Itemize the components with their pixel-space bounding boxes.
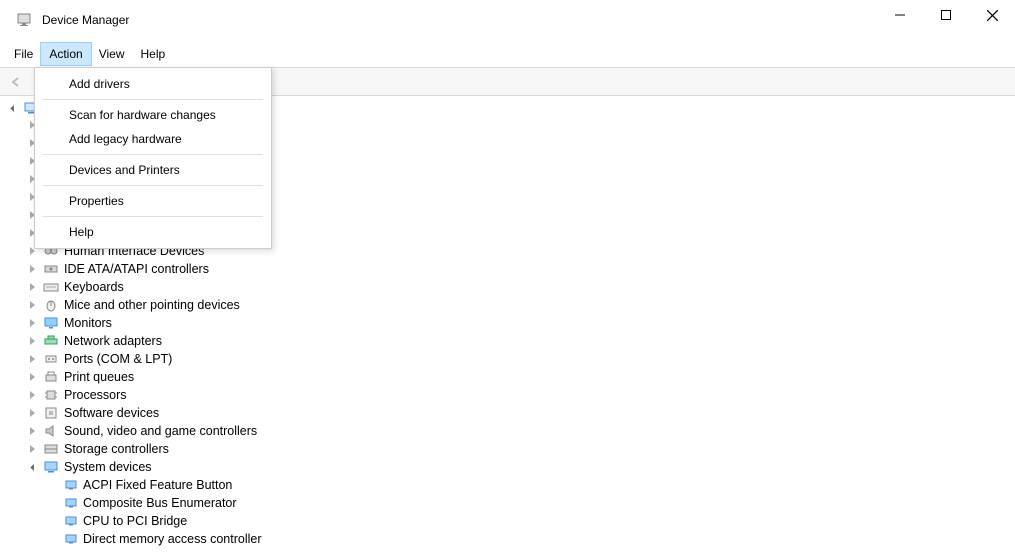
network-icon (43, 333, 59, 349)
device-icon (64, 514, 78, 528)
expand-icon[interactable] (26, 461, 38, 473)
menu-separator (43, 99, 263, 100)
expand-icon[interactable] (26, 407, 38, 419)
category-label: Keyboards (64, 278, 124, 296)
menu-view[interactable]: View (91, 43, 133, 65)
expand-icon[interactable] (26, 263, 38, 275)
menu-action[interactable]: Action (41, 43, 90, 65)
category-label: System devices (64, 458, 152, 476)
device-node[interactable]: Direct memory access controller (4, 530, 1006, 548)
category-node[interactable]: Sound, video and game controllers (4, 422, 1006, 440)
window-controls (877, 0, 1015, 40)
action-dropdown: Add drivers Scan for hardware changes Ad… (34, 67, 272, 249)
expand-icon[interactable] (26, 299, 38, 311)
category-label: Storage controllers (64, 440, 169, 458)
category-node[interactable]: Ports (COM & LPT) (4, 350, 1006, 368)
menuitem-add-drivers[interactable]: Add drivers (39, 72, 267, 96)
category-node[interactable]: Print queues (4, 368, 1006, 386)
category-node[interactable]: IDE ATA/ATAPI controllers (4, 260, 1006, 278)
category-label: Print queues (64, 368, 134, 386)
storage-icon (43, 441, 59, 457)
category-label: Software devices (64, 404, 159, 422)
category-label: IDE ATA/ATAPI controllers (64, 260, 209, 278)
expand-icon[interactable] (26, 443, 38, 455)
menu-separator (43, 185, 263, 186)
ports-icon (43, 351, 59, 367)
category-label: Processors (64, 386, 127, 404)
device-node[interactable]: CPU to PCI Bridge (4, 512, 1006, 530)
menuitem-scan-hardware[interactable]: Scan for hardware changes (39, 103, 267, 127)
expand-icon[interactable] (26, 389, 38, 401)
menu-help[interactable]: Help (133, 43, 174, 65)
mouse-icon (43, 297, 59, 313)
processor-icon (43, 387, 59, 403)
device-icon (64, 478, 78, 492)
ide-icon (43, 261, 59, 277)
category-node[interactable]: Processors (4, 386, 1006, 404)
category-label: Ports (COM & LPT) (64, 350, 172, 368)
device-icon (64, 496, 78, 510)
minimize-button[interactable] (877, 0, 923, 30)
menuitem-properties[interactable]: Properties (39, 189, 267, 213)
category-node[interactable]: Mice and other pointing devices (4, 296, 1006, 314)
menu-file[interactable]: File (6, 43, 41, 65)
expand-icon[interactable] (26, 371, 38, 383)
window-title: Device Manager (42, 13, 129, 27)
device-label: ACPI Fixed Feature Button (83, 476, 232, 494)
expand-icon[interactable] (26, 335, 38, 347)
maximize-button[interactable] (923, 0, 969, 30)
menuitem-help[interactable]: Help (39, 220, 267, 244)
category-node[interactable]: Keyboards (4, 278, 1006, 296)
menuitem-devices-printers[interactable]: Devices and Printers (39, 158, 267, 182)
category-node[interactable]: Storage controllers (4, 440, 1006, 458)
category-node[interactable]: System devices (4, 458, 1006, 476)
print-icon (43, 369, 59, 385)
close-button[interactable] (969, 0, 1015, 30)
expand-icon[interactable] (26, 317, 38, 329)
expand-icon[interactable] (26, 425, 38, 437)
menu-separator (43, 216, 263, 217)
menuitem-add-legacy[interactable]: Add legacy hardware (39, 127, 267, 151)
expand-icon[interactable] (26, 281, 38, 293)
software-icon (43, 405, 59, 421)
category-label: Monitors (64, 314, 112, 332)
category-node[interactable]: Monitors (4, 314, 1006, 332)
device-label: Direct memory access controller (83, 530, 262, 548)
app-icon (16, 12, 32, 28)
device-label: CPU to PCI Bridge (83, 512, 187, 530)
category-label: Network adapters (64, 332, 162, 350)
device-label: Composite Bus Enumerator (83, 494, 237, 512)
titlebar: Device Manager (0, 0, 1015, 40)
back-button[interactable] (4, 71, 28, 93)
device-node[interactable]: Composite Bus Enumerator (4, 494, 1006, 512)
category-node[interactable]: Network adapters (4, 332, 1006, 350)
menu-separator (43, 154, 263, 155)
device-node[interactable]: ACPI Fixed Feature Button (4, 476, 1006, 494)
expand-icon[interactable] (6, 102, 18, 114)
category-label: Sound, video and game controllers (64, 422, 257, 440)
device-icon (64, 532, 78, 546)
category-node[interactable]: Software devices (4, 404, 1006, 422)
menubar: File Action View Help (0, 40, 1015, 68)
keyboard-icon (43, 279, 59, 295)
expand-icon[interactable] (26, 353, 38, 365)
sound-icon (43, 423, 59, 439)
system-icon (43, 459, 59, 475)
category-label: Mice and other pointing devices (64, 296, 240, 314)
monitor-icon (43, 315, 59, 331)
